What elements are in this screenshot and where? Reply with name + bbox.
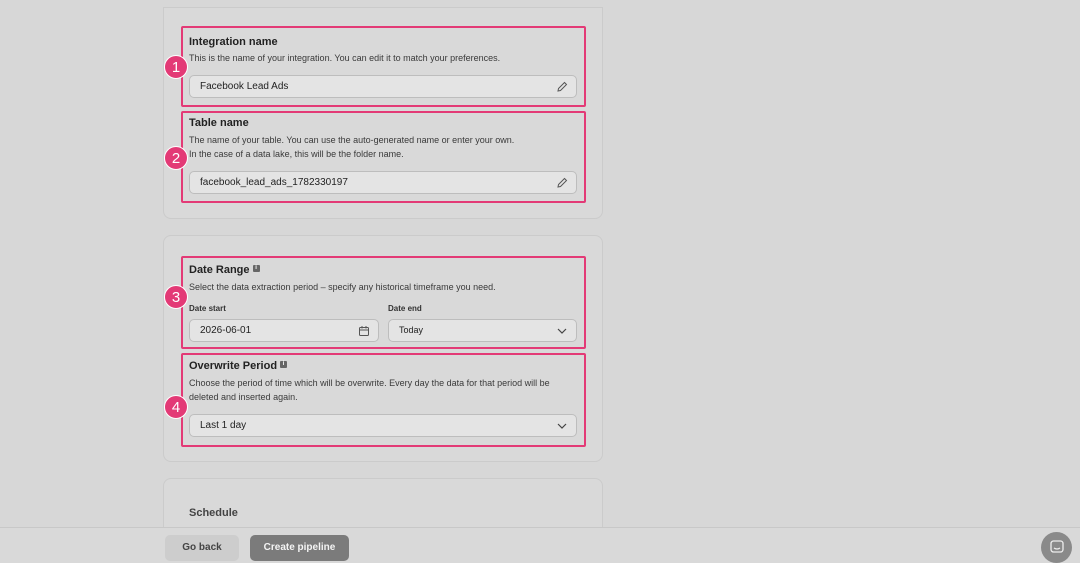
integration-name-value: Facebook Lead Ads (200, 81, 289, 92)
footer-bar (0, 527, 1080, 563)
overwrite-period-select[interactable]: Last 1 day (189, 414, 577, 437)
date-range-title: Date Range i (189, 264, 260, 276)
integration-name-description: This is the name of your integration. Yo… (189, 53, 501, 63)
table-name-description-1: The name of your table. You can use the … (189, 135, 515, 145)
date-start-value: 2026-06-01 (200, 325, 252, 336)
overwrite-period-value: Last 1 day (200, 420, 247, 431)
step-badge-3: 3 (164, 285, 188, 309)
schedule-title: Schedule (189, 507, 238, 519)
date-end-value: Today (399, 325, 424, 335)
step-badge-2: 2 (164, 146, 188, 170)
step-badge-1: 1 (164, 55, 188, 79)
overwrite-description-1: Choose the period of time which will be … (189, 378, 550, 388)
date-end-label: Date end (388, 304, 422, 313)
info-icon[interactable]: i (252, 265, 260, 272)
date-start-label: Date start (189, 304, 226, 313)
overwrite-period-title-text: Overwrite Period (189, 360, 278, 372)
date-range-description: Select the data extraction period – spec… (189, 282, 496, 292)
pencil-icon[interactable] (556, 81, 568, 93)
table-name-input[interactable]: facebook_lead_ads_1782330197 (189, 171, 577, 194)
chat-icon (1050, 540, 1064, 553)
pencil-icon[interactable] (556, 177, 568, 189)
chat-button[interactable] (1041, 532, 1072, 563)
date-range-title-text: Date Range (189, 264, 250, 276)
pipeline-setup-page: 1 Integration name This is the name of y… (0, 0, 1080, 563)
integration-name-input[interactable]: Facebook Lead Ads (189, 75, 577, 98)
table-name-title: Table name (189, 117, 249, 129)
date-end-select[interactable]: Today (388, 319, 577, 342)
overwrite-period-title: Overwrite Period i (189, 360, 288, 372)
date-start-input[interactable]: 2026-06-01 (189, 319, 379, 342)
calendar-icon[interactable] (358, 325, 370, 337)
overwrite-description-2: deleted and inserted again. (189, 392, 298, 402)
go-back-button[interactable]: Go back (165, 535, 239, 561)
table-name-value: facebook_lead_ads_1782330197 (200, 177, 348, 188)
integration-name-title: Integration name (189, 36, 278, 48)
create-pipeline-button[interactable]: Create pipeline (250, 535, 349, 561)
info-icon[interactable]: i (280, 361, 288, 368)
chevron-down-icon[interactable] (556, 325, 568, 337)
table-name-description-2: In the case of a data lake, this will be… (189, 149, 404, 159)
step-badge-4: 4 (164, 395, 188, 419)
chevron-down-icon[interactable] (556, 420, 568, 432)
